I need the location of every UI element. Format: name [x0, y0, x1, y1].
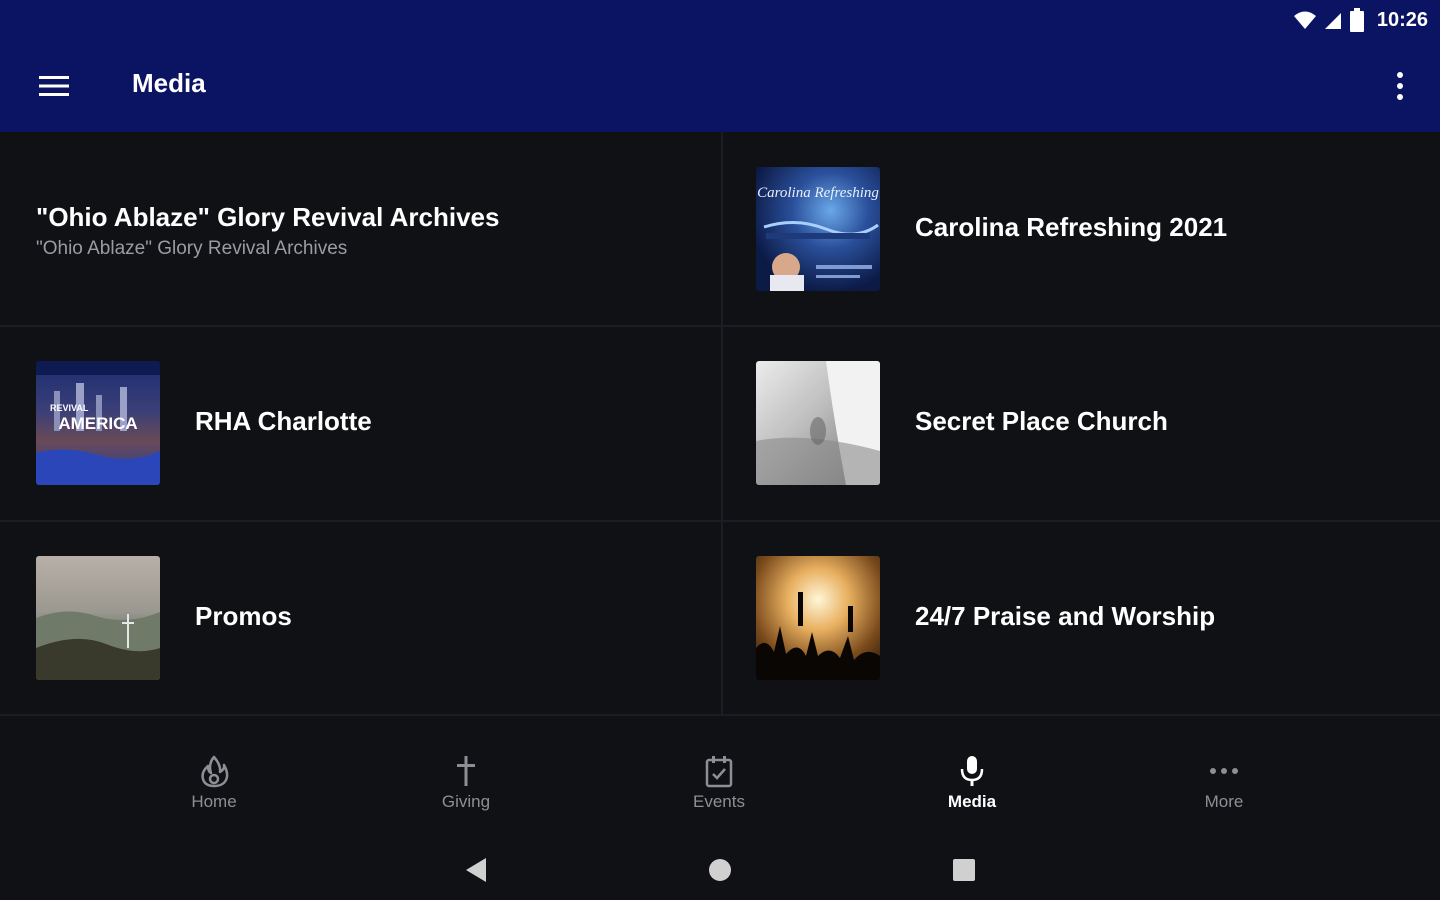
thumbnail-artwork: REVIVAL AMERICA — [36, 361, 160, 485]
back-triangle-icon — [466, 858, 486, 882]
nav-tab-home[interactable]: Home — [154, 754, 274, 812]
thumbnail-subtitle-text: REVIVAL — [50, 403, 89, 413]
app-bar: Media — [0, 42, 1440, 132]
nav-label: Media — [947, 792, 997, 811]
bottom-navigation: Home Giving Events Media More — [0, 716, 1440, 840]
thumbnail-artwork — [36, 611, 160, 680]
system-navigation-bar — [0, 840, 1440, 900]
media-thumbnail — [756, 361, 880, 485]
wifi-icon — [1293, 11, 1316, 29]
media-thumbnail — [36, 556, 160, 680]
back-button[interactable] — [456, 850, 496, 890]
recents-button[interactable] — [944, 850, 984, 890]
cross-icon — [457, 756, 475, 786]
media-item-carolina-refreshing[interactable]: Carolina Refreshing Carolina Refreshing … — [720, 132, 1440, 326]
status-bar: 10:26 — [0, 0, 1440, 42]
media-thumbnail — [756, 556, 880, 680]
nav-tab-events[interactable]: Events — [659, 754, 779, 812]
media-item-promos[interactable]: Promos — [0, 521, 720, 715]
page-title: Media — [132, 68, 206, 98]
nav-label: Home — [191, 792, 237, 811]
media-item-ohio-ablaze[interactable]: "Ohio Ablaze" Glory Revival Archives "Oh… — [0, 132, 720, 326]
media-item-rha-charlotte[interactable]: REVIVAL AMERICA RHA Charlotte — [0, 326, 720, 520]
signal-icon — [1324, 13, 1341, 29]
flame-icon — [201, 755, 229, 788]
media-item-secret-place-church[interactable]: Secret Place Church — [720, 326, 1440, 520]
home-circle-icon — [709, 859, 731, 881]
nav-tab-media[interactable]: Media — [912, 754, 1032, 812]
nav-label: Giving — [441, 792, 491, 811]
media-thumbnail: Carolina Refreshing — [756, 167, 880, 291]
thumbnail-artwork — [756, 361, 880, 485]
more-vert-icon — [1397, 72, 1403, 100]
thumbnail-title-text: Carolina Refreshing — [757, 185, 879, 201]
more-horiz-icon — [1210, 768, 1238, 774]
media-item-title: 24/7 Praise and Worship — [915, 601, 1216, 631]
status-icons: 10:26 — [1293, 6, 1428, 34]
media-grid: "Ohio Ablaze" Glory Revival Archives "Oh… — [0, 132, 1440, 716]
battery-icon — [1349, 8, 1364, 32]
status-time: 10:26 — [1376, 8, 1428, 31]
calendar-check-icon — [705, 756, 733, 788]
home-button[interactable] — [700, 850, 740, 890]
media-item-title: "Ohio Ablaze" Glory Revival Archives — [36, 202, 500, 232]
microphone-icon — [960, 756, 984, 786]
overflow-menu-button[interactable] — [1388, 66, 1412, 106]
thumbnail-artwork: Carolina Refreshing — [757, 185, 879, 291]
media-thumbnail: REVIVAL AMERICA — [36, 361, 160, 485]
media-item-subtitle: "Ohio Ablaze" Glory Revival Archives — [36, 238, 348, 259]
media-item-title: Secret Place Church — [915, 406, 1168, 436]
nav-tab-more[interactable]: More — [1164, 754, 1284, 812]
hamburger-menu-button[interactable] — [30, 70, 78, 104]
thumbnail-artwork — [756, 592, 880, 680]
nav-tab-giving[interactable]: Giving — [406, 754, 526, 812]
thumbnail-title-text: AMERICA — [58, 414, 137, 433]
media-item-title: Carolina Refreshing 2021 — [915, 212, 1228, 242]
recents-square-icon — [953, 859, 975, 881]
nav-label: More — [1204, 792, 1244, 811]
hamburger-menu-icon — [39, 76, 69, 96]
media-item-title: Promos — [195, 601, 292, 631]
media-item-title: RHA Charlotte — [195, 406, 372, 436]
media-item-praise-worship[interactable]: 24/7 Praise and Worship — [720, 521, 1440, 715]
nav-label: Events — [693, 792, 745, 811]
